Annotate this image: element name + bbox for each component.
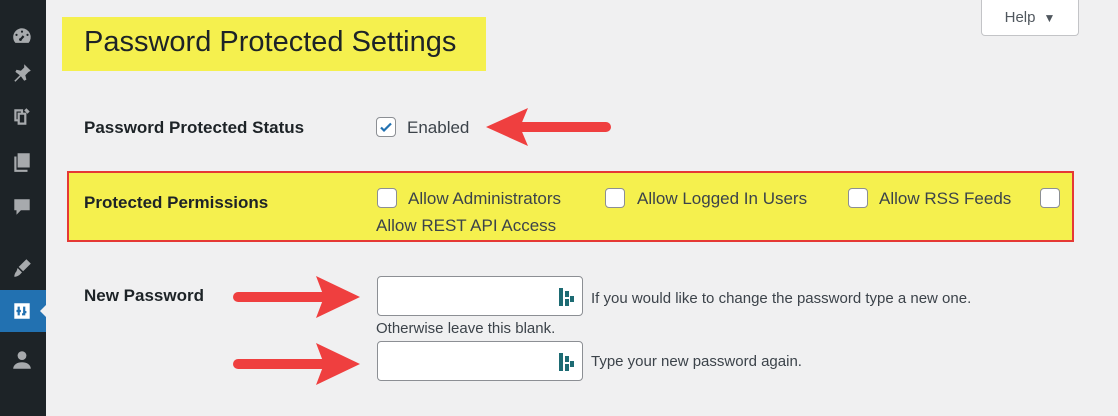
allow-logged-in-users-label: Allow Logged In Users xyxy=(637,189,808,208)
checkmark-icon xyxy=(380,122,392,133)
help-tab-button[interactable]: Help ▼ xyxy=(981,0,1079,36)
media-icon[interactable] xyxy=(8,103,36,131)
new-password-description: If you would like to change the password… xyxy=(591,290,972,307)
chevron-down-icon: ▼ xyxy=(1043,10,1056,25)
new-password-description-2: Otherwise leave this blank. xyxy=(376,320,556,337)
allow-administrators-label: Allow Administrators xyxy=(408,189,562,208)
annotation-arrow-right xyxy=(233,276,360,318)
pin-icon[interactable] xyxy=(8,59,36,87)
new-password-field[interactable] xyxy=(377,276,583,316)
enabled-checkbox[interactable] xyxy=(376,117,396,137)
enabled-label: Enabled xyxy=(407,118,470,137)
allow-rss-feeds-label: Allow RSS Feeds xyxy=(879,189,1012,208)
confirm-password-description: Type your new password again. xyxy=(591,353,802,370)
comments-icon[interactable] xyxy=(8,193,36,221)
page-title: Password Protected Settings xyxy=(84,26,457,58)
settings-icon[interactable] xyxy=(8,297,36,325)
admin-sidebar xyxy=(0,0,47,416)
password-manager-icon[interactable] xyxy=(558,287,576,307)
appearance-icon[interactable] xyxy=(8,254,36,282)
pages-icon[interactable] xyxy=(8,148,36,176)
permissions-label: Protected Permissions xyxy=(84,193,269,212)
help-label: Help xyxy=(1004,9,1036,26)
annotation-arrow-left xyxy=(486,108,611,146)
allow-rss-feeds-checkbox[interactable] xyxy=(848,188,868,208)
status-label: Password Protected Status xyxy=(84,118,305,137)
password-manager-icon[interactable] xyxy=(558,352,576,372)
confirm-password-field[interactable] xyxy=(377,341,583,381)
allow-rest-api-label: Allow REST API Access xyxy=(376,216,557,235)
allow-logged-in-users-checkbox[interactable] xyxy=(605,188,625,208)
active-menu-caret xyxy=(40,304,47,318)
users-icon[interactable] xyxy=(8,346,36,374)
allow-administrators-checkbox[interactable] xyxy=(377,188,397,208)
allow-rest-api-checkbox[interactable] xyxy=(1040,188,1060,208)
new-password-label: New Password xyxy=(84,286,204,305)
annotation-arrow-right-2 xyxy=(233,343,360,385)
dashboard-icon[interactable] xyxy=(8,22,36,50)
